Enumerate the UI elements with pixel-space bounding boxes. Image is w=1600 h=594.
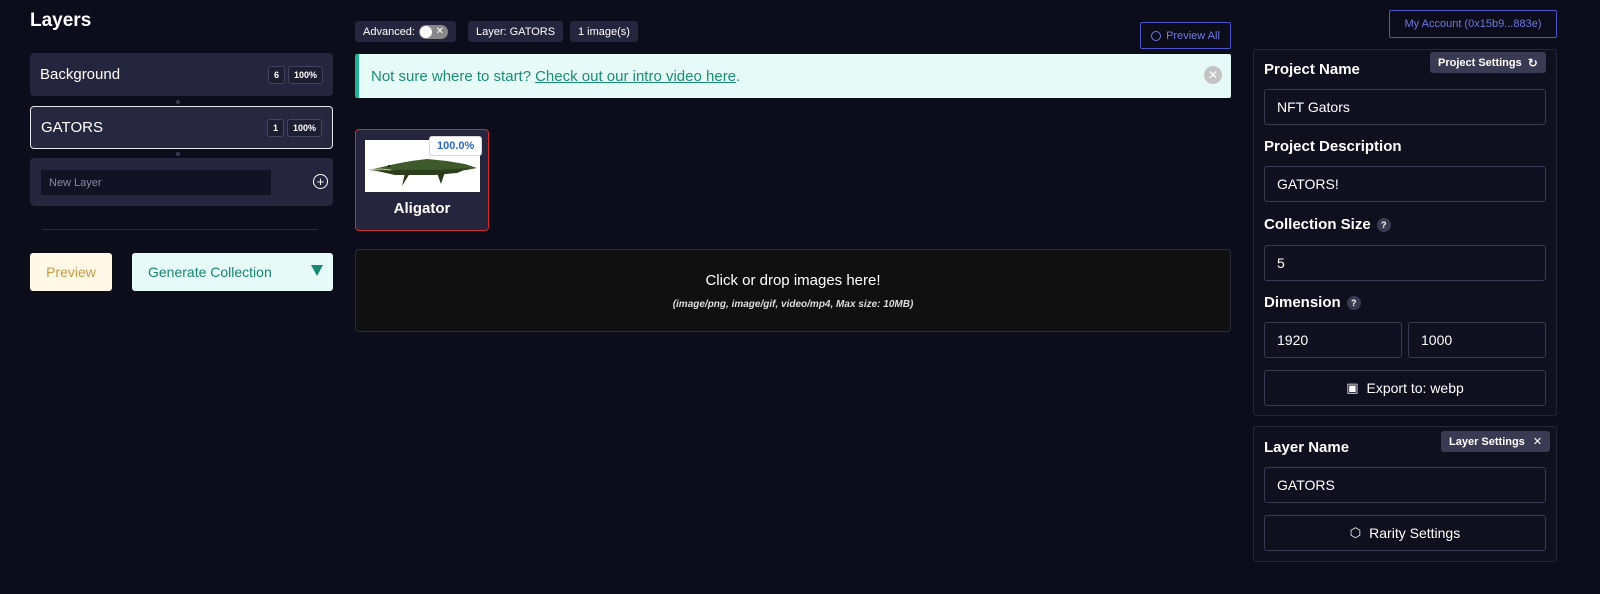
divider [42,229,318,230]
layer-count-badge: 1 [266,118,284,137]
close-icon: ✕ [435,25,444,37]
preview-all-button[interactable]: Preview All [1140,22,1231,49]
project-settings-label: Project Settings [1438,56,1522,69]
layer-count-badge: 6 [267,65,285,84]
collection-size-input[interactable]: 5 [1264,245,1546,281]
layer-name-input[interactable]: GATORS [1264,467,1546,503]
preview-button[interactable]: Preview [30,253,112,291]
cube-icon: ⬡ [1349,525,1362,540]
project-description-input[interactable]: GATORS! [1264,166,1546,202]
layer-name: Background [40,66,121,83]
layer-percent-badge: 100% [286,118,322,137]
project-name-input[interactable]: NFT Gators [1264,89,1546,125]
help-icon[interactable]: ? [1346,295,1361,310]
add-layer-icon[interactable]: + [313,174,328,189]
layer-name-label: Layer Name [1264,439,1350,456]
export-label: Export to: webp [1366,380,1464,396]
banner-text: Not sure where to start? [371,67,532,85]
generate-collection-button[interactable]: Generate Collection [132,253,333,291]
project-description-label: Project Description [1264,138,1402,155]
layer-settings-label: Layer Settings [1449,435,1525,448]
dropzone-title: Click or drop images here! [705,272,881,289]
image-name: Aligator [393,200,451,217]
toggle-knob [419,25,432,38]
caret-down-icon[interactable] [311,265,323,276]
collection-size-label: Collection Size ? [1264,216,1391,233]
layer-settings-chip[interactable]: Layer Settings ✕ [1441,431,1551,452]
export-button[interactable]: ▣ Export to: webp [1264,370,1546,406]
image-icon: ▣ [1346,380,1359,395]
help-icon[interactable]: ? [1376,217,1391,232]
images-count-chip: 1 image(s) [570,21,638,42]
project-settings-panel: Project Settings ↻ Project Name NFT Gato… [1253,49,1557,416]
collection-size-text: Collection Size [1264,216,1371,233]
generate-collection-label: Generate Collection [148,264,272,280]
advanced-label: Advanced: [363,25,415,38]
dropzone-subtitle: (image/png, image/gif, video/mp4, Max si… [672,299,914,310]
advanced-toggle-chip[interactable]: Advanced: ✕ [355,21,456,42]
intro-video-link[interactable]: Check out our intro video here [535,68,736,85]
layer-item-gators[interactable]: GATORS 1 100% [30,106,333,149]
intro-banner: Not sure where to start? Check out our i… [355,54,1231,98]
advanced-toggle[interactable]: ✕ [418,24,448,39]
banner-suffix: . [736,67,741,85]
dimension-label: Dimension ? [1264,294,1361,311]
dimension-width-input[interactable]: 1920 [1264,322,1402,358]
project-settings-chip[interactable]: Project Settings ↻ [1430,52,1546,73]
layer-item-background[interactable]: Background 6 100% [30,53,333,96]
project-name-label: Project Name [1264,61,1360,78]
image-card[interactable]: 100.0% Aligator [355,129,489,231]
rarity-settings-button[interactable]: ⬡ Rarity Settings [1264,515,1546,551]
layer-name: GATORS [41,119,103,136]
close-icon[interactable]: ✕ [1204,66,1222,84]
circle-icon [1151,30,1162,41]
dimension-text: Dimension [1264,294,1341,311]
close-icon[interactable]: ✕ [1533,435,1542,448]
rarity-percent-badge: 100.0% [429,136,483,156]
image-dropzone[interactable]: Click or drop images here! (image/png, i… [355,249,1231,332]
layer-connector [176,100,180,104]
refresh-icon[interactable]: ↻ [1528,56,1538,70]
layer-chip: Layer: GATORS [468,21,564,42]
new-layer-card: + [30,158,333,206]
preview-all-label: Preview All [1166,29,1220,42]
dimension-height-input[interactable]: 1000 [1408,322,1546,358]
layer-connector [176,152,180,156]
layer-settings-panel: Layer Settings ✕ Layer Name GATORS ⬡ Rar… [1253,426,1557,562]
rarity-settings-label: Rarity Settings [1369,525,1461,541]
new-layer-input[interactable] [41,170,271,195]
my-account-button[interactable]: My Account (0x15b9...883e) [1389,10,1557,38]
layer-percent-badge: 100% [287,65,323,84]
layers-title: Layers [30,10,92,31]
